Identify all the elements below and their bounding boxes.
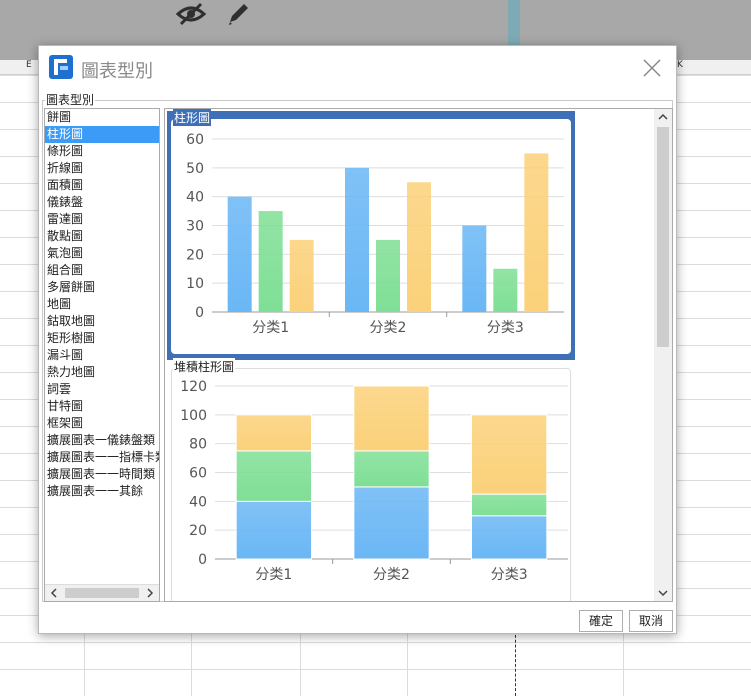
- chart-type-item[interactable]: 條形圖: [45, 143, 159, 160]
- bar: [407, 182, 431, 312]
- ok-button[interactable]: 確定: [579, 610, 623, 632]
- group-label: 圖表型別: [45, 91, 96, 108]
- chart-type-item[interactable]: 熱力地圖: [45, 364, 159, 381]
- chart-type-list[interactable]: 餅圖 柱形圖 條形圖 折線圖 面積圖 儀錶盤 雷達圖 散點圖 氣泡圖 組合圖 多層餅圖 地圖 鈷取地圖矩…: [44, 108, 160, 602]
- pencil-icon[interactable]: [222, 0, 256, 28]
- chevron-up-icon: [658, 113, 668, 120]
- y-tick-label: 0: [198, 552, 207, 568]
- chart-type-item[interactable]: 餅圖: [45, 109, 159, 126]
- preview-card-stacked-column[interactable]: 堆積柱形圖 0 20 40 60 80 100 120 分类1 分类2 分类3: [167, 358, 575, 601]
- scroll-up-button[interactable]: [654, 109, 672, 125]
- x-tick-label: 分类2: [373, 567, 410, 583]
- chevron-down-icon: [658, 590, 668, 597]
- bar: [462, 225, 487, 312]
- x-tick-label: 分类3: [487, 320, 524, 336]
- bar: [471, 493, 548, 517]
- bar: [345, 167, 369, 312]
- bar: [235, 450, 312, 502]
- y-tick-label: 10: [186, 276, 204, 292]
- chevron-left-icon: [50, 588, 57, 598]
- vertical-scroll-thumb[interactable]: [657, 127, 669, 347]
- chart-type-item[interactable]: 柱形圖: [45, 126, 159, 143]
- app-logo-icon: [49, 55, 73, 79]
- bar: [289, 239, 314, 312]
- chart-type-item[interactable]: 擴展圖表一一其餘: [45, 483, 159, 500]
- chart-type-item[interactable]: 矩形樹圖: [45, 330, 159, 347]
- chart-preview-pane[interactable]: 柱形圖 0 10 20 30 40 50 60 分类1 分类2 分类3 堆積柱形圖 0 20 40 60…: [164, 108, 673, 602]
- chart-type-item[interactable]: 擴展圖表一儀錶盤類: [45, 432, 159, 449]
- column-header-e[interactable]: E: [26, 60, 32, 70]
- y-tick-label: 40: [186, 190, 204, 206]
- page-break-line: [515, 630, 516, 696]
- y-tick-label: 80: [189, 437, 207, 453]
- chart-type-item[interactable]: 組合圖: [45, 262, 159, 279]
- close-button[interactable]: [642, 58, 662, 78]
- dialog-title: 圖表型別: [81, 61, 153, 82]
- chart-type-item[interactable]: 折線圖: [45, 160, 159, 177]
- chart-type-item[interactable]: 散點圖: [45, 228, 159, 245]
- chart-type-item[interactable]: 鈷取地圖: [45, 313, 159, 330]
- chart-type-item[interactable]: 框架圖: [45, 415, 159, 432]
- y-tick-label: 120: [180, 379, 207, 395]
- bar: [353, 385, 430, 452]
- y-tick-label: 60: [186, 132, 204, 148]
- scroll-right-button[interactable]: [143, 586, 157, 600]
- bar: [524, 153, 549, 312]
- chart-type-dialog: 圖表型別 圖表型別 餅圖 柱形圖 條形圖 折線圖 面積圖 儀錶盤 雷達圖 散點圖 氣泡圖 組合圖多…: [38, 45, 677, 634]
- preview-card-column[interactable]: 柱形圖 0 10 20 30 40 50 60 分类1 分类2 分类3: [167, 109, 575, 360]
- chart-type-item[interactable]: 氣泡圖: [45, 245, 159, 262]
- chart-type-item[interactable]: 甘特圖: [45, 398, 159, 415]
- y-tick-label: 60: [189, 466, 207, 482]
- vertical-scrollbar[interactable]: [654, 109, 672, 601]
- x-tick-label: 分类1: [252, 320, 289, 336]
- scroll-down-button[interactable]: [654, 585, 672, 601]
- bar: [258, 211, 283, 312]
- y-tick-label: 40: [189, 494, 207, 510]
- chevron-right-icon: [147, 588, 154, 598]
- bar: [235, 500, 312, 560]
- bar: [471, 414, 548, 495]
- chart-type-item[interactable]: 雷達圖: [45, 211, 159, 228]
- chart-type-item[interactable]: 儀錶盤: [45, 194, 159, 211]
- toolbar-divider: [508, 0, 520, 46]
- y-tick-label: 20: [189, 523, 207, 539]
- bar: [471, 515, 548, 560]
- dialog-titlebar[interactable]: 圖表型別: [39, 46, 676, 90]
- chart-type-item[interactable]: 詞雲: [45, 381, 159, 398]
- x-tick-label: 分类1: [255, 567, 292, 583]
- eye-slash-icon[interactable]: [174, 0, 208, 28]
- bar: [227, 196, 252, 312]
- bar: [376, 239, 400, 312]
- chart-type-items: 餅圖 柱形圖 條形圖 折線圖 面積圖 儀錶盤 雷達圖 散點圖 氣泡圖 組合圖 多層餅圖 地圖 鈷取地圖矩…: [45, 109, 159, 500]
- y-tick-label: 0: [195, 305, 204, 321]
- stacked-column-chart: 0 20 40 60 80 100 120 分类1 分类2 分类3: [180, 379, 568, 583]
- chart-type-item[interactable]: 擴展圖表一一指標卡類: [45, 449, 159, 466]
- close-icon: [643, 59, 661, 77]
- chart-type-item[interactable]: 擴展圖表一一時間類: [45, 466, 159, 483]
- scroll-left-button[interactable]: [47, 586, 61, 600]
- x-tick-label: 分类3: [491, 567, 528, 583]
- y-tick-label: 100: [180, 408, 207, 424]
- column-header-k[interactable]: K: [677, 60, 683, 70]
- y-tick-label: 50: [186, 161, 204, 177]
- column-chart: 0 10 20 30 40 50 60 分类1 分类2 分类3: [186, 132, 564, 336]
- y-tick-label: 20: [186, 247, 204, 263]
- bar: [493, 268, 518, 312]
- bar: [353, 450, 430, 488]
- chart-type-item[interactable]: 漏斗圖: [45, 347, 159, 364]
- horizontal-scroll-thumb[interactable]: [65, 588, 139, 598]
- chart-type-item[interactable]: 面積圖: [45, 177, 159, 194]
- cancel-button[interactable]: 取消: [629, 610, 673, 632]
- bar: [235, 414, 312, 452]
- x-tick-label: 分类2: [370, 320, 407, 336]
- bar: [353, 486, 430, 560]
- horizontal-scrollbar[interactable]: [45, 584, 159, 601]
- y-tick-label: 30: [186, 219, 204, 235]
- chart-type-item[interactable]: 地圖: [45, 296, 159, 313]
- chart-type-item[interactable]: 多層餅圖: [45, 279, 159, 296]
